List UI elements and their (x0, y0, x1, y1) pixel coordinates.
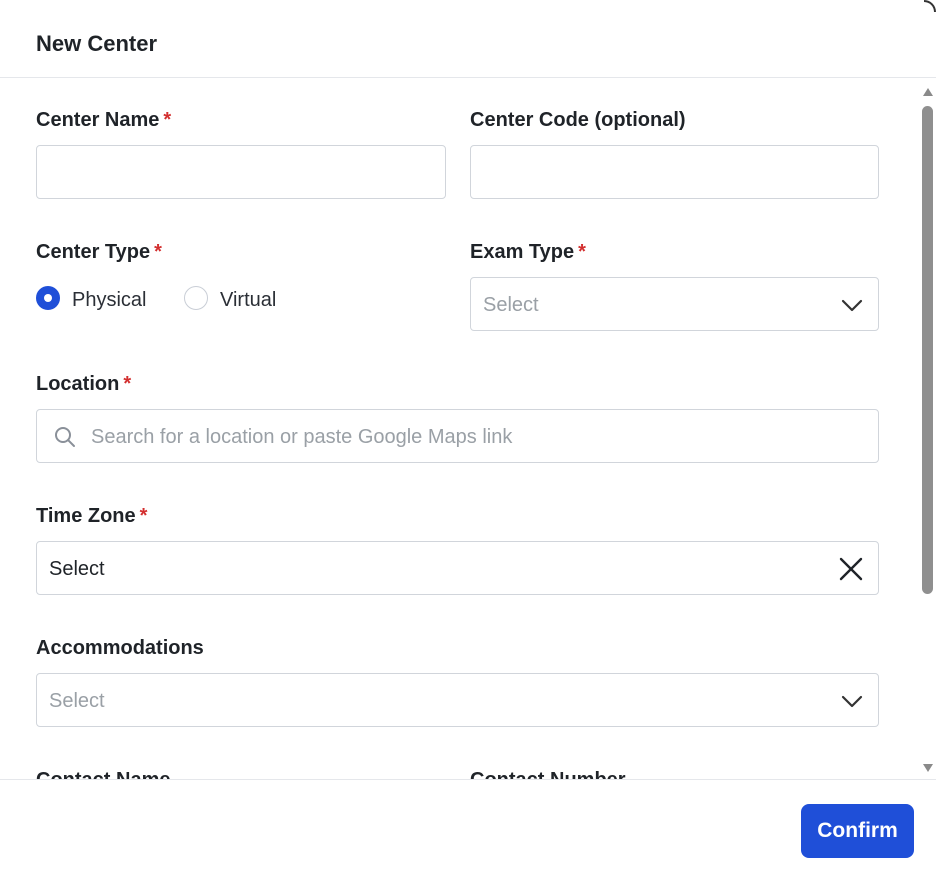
new-center-dialog: New Center Center Name * Center Code (opt… (0, 0, 936, 876)
scrollbar-thumb[interactable] (922, 106, 933, 594)
exam-type-label: Exam Type * (470, 239, 586, 265)
required-mark: * (578, 241, 586, 263)
required-mark: * (154, 241, 162, 263)
dialog-title: New Center (36, 31, 158, 56)
center-type-label: Center Type * (36, 239, 162, 265)
accommodations-select[interactable]: Select (36, 673, 879, 727)
time-zone-label: Time Zone * (36, 503, 147, 529)
radio-physical-label: Physical (72, 289, 147, 311)
center-name-label-text: Center Name (36, 109, 160, 131)
search-icon (55, 427, 75, 447)
accommodations-label: Accommodations (36, 637, 204, 659)
accommodations-placeholder: Select (49, 690, 105, 712)
scroll-up-arrow-icon[interactable] (923, 88, 933, 96)
required-mark: * (139, 505, 148, 527)
time-zone-select[interactable]: Select (36, 541, 879, 595)
location-search-input[interactable]: Search for a location or paste Google Ma… (36, 409, 879, 463)
contact-number-label: Contact Number (470, 767, 626, 779)
required-mark: * (123, 373, 132, 395)
exam-type-placeholder: Select (483, 294, 539, 316)
center-name-label: Center Name * (36, 107, 171, 133)
location-placeholder: Search for a location or paste Google Ma… (91, 426, 513, 448)
center-code-label: Center Code (optional) (470, 109, 686, 131)
vertical-scrollbar[interactable] (920, 84, 934, 776)
dialog-footer: Confirm (0, 779, 936, 876)
center-name-input[interactable] (36, 145, 446, 199)
radio-virtual-unchecked[interactable] (184, 286, 208, 310)
center-type-label-text: Center Type (36, 241, 151, 263)
exam-type-select[interactable]: Select (470, 277, 879, 331)
required-mark: * (163, 109, 172, 131)
location-label-text: Location (36, 373, 120, 395)
confirm-button[interactable]: Confirm (801, 804, 914, 858)
scroll-down-arrow-icon[interactable] (923, 764, 933, 772)
radio-physical-checked[interactable] (36, 286, 60, 310)
close-icon[interactable] (838, 556, 864, 582)
radio-virtual-label: Virtual (220, 289, 277, 311)
time-zone-value: Select (49, 558, 105, 580)
exam-type-label-text: Exam Type (470, 241, 575, 263)
location-label: Location * (36, 371, 131, 397)
dialog-header: New Center (0, 0, 936, 78)
chevron-down-icon (841, 299, 863, 312)
chevron-down-icon (841, 695, 863, 708)
contact-name-label: Contact Name (36, 767, 170, 779)
center-code-input[interactable] (470, 145, 879, 199)
dialog-body: Center Name * Center Code (optional) Cent… (0, 78, 936, 779)
time-zone-label-text: Time Zone (36, 505, 136, 527)
